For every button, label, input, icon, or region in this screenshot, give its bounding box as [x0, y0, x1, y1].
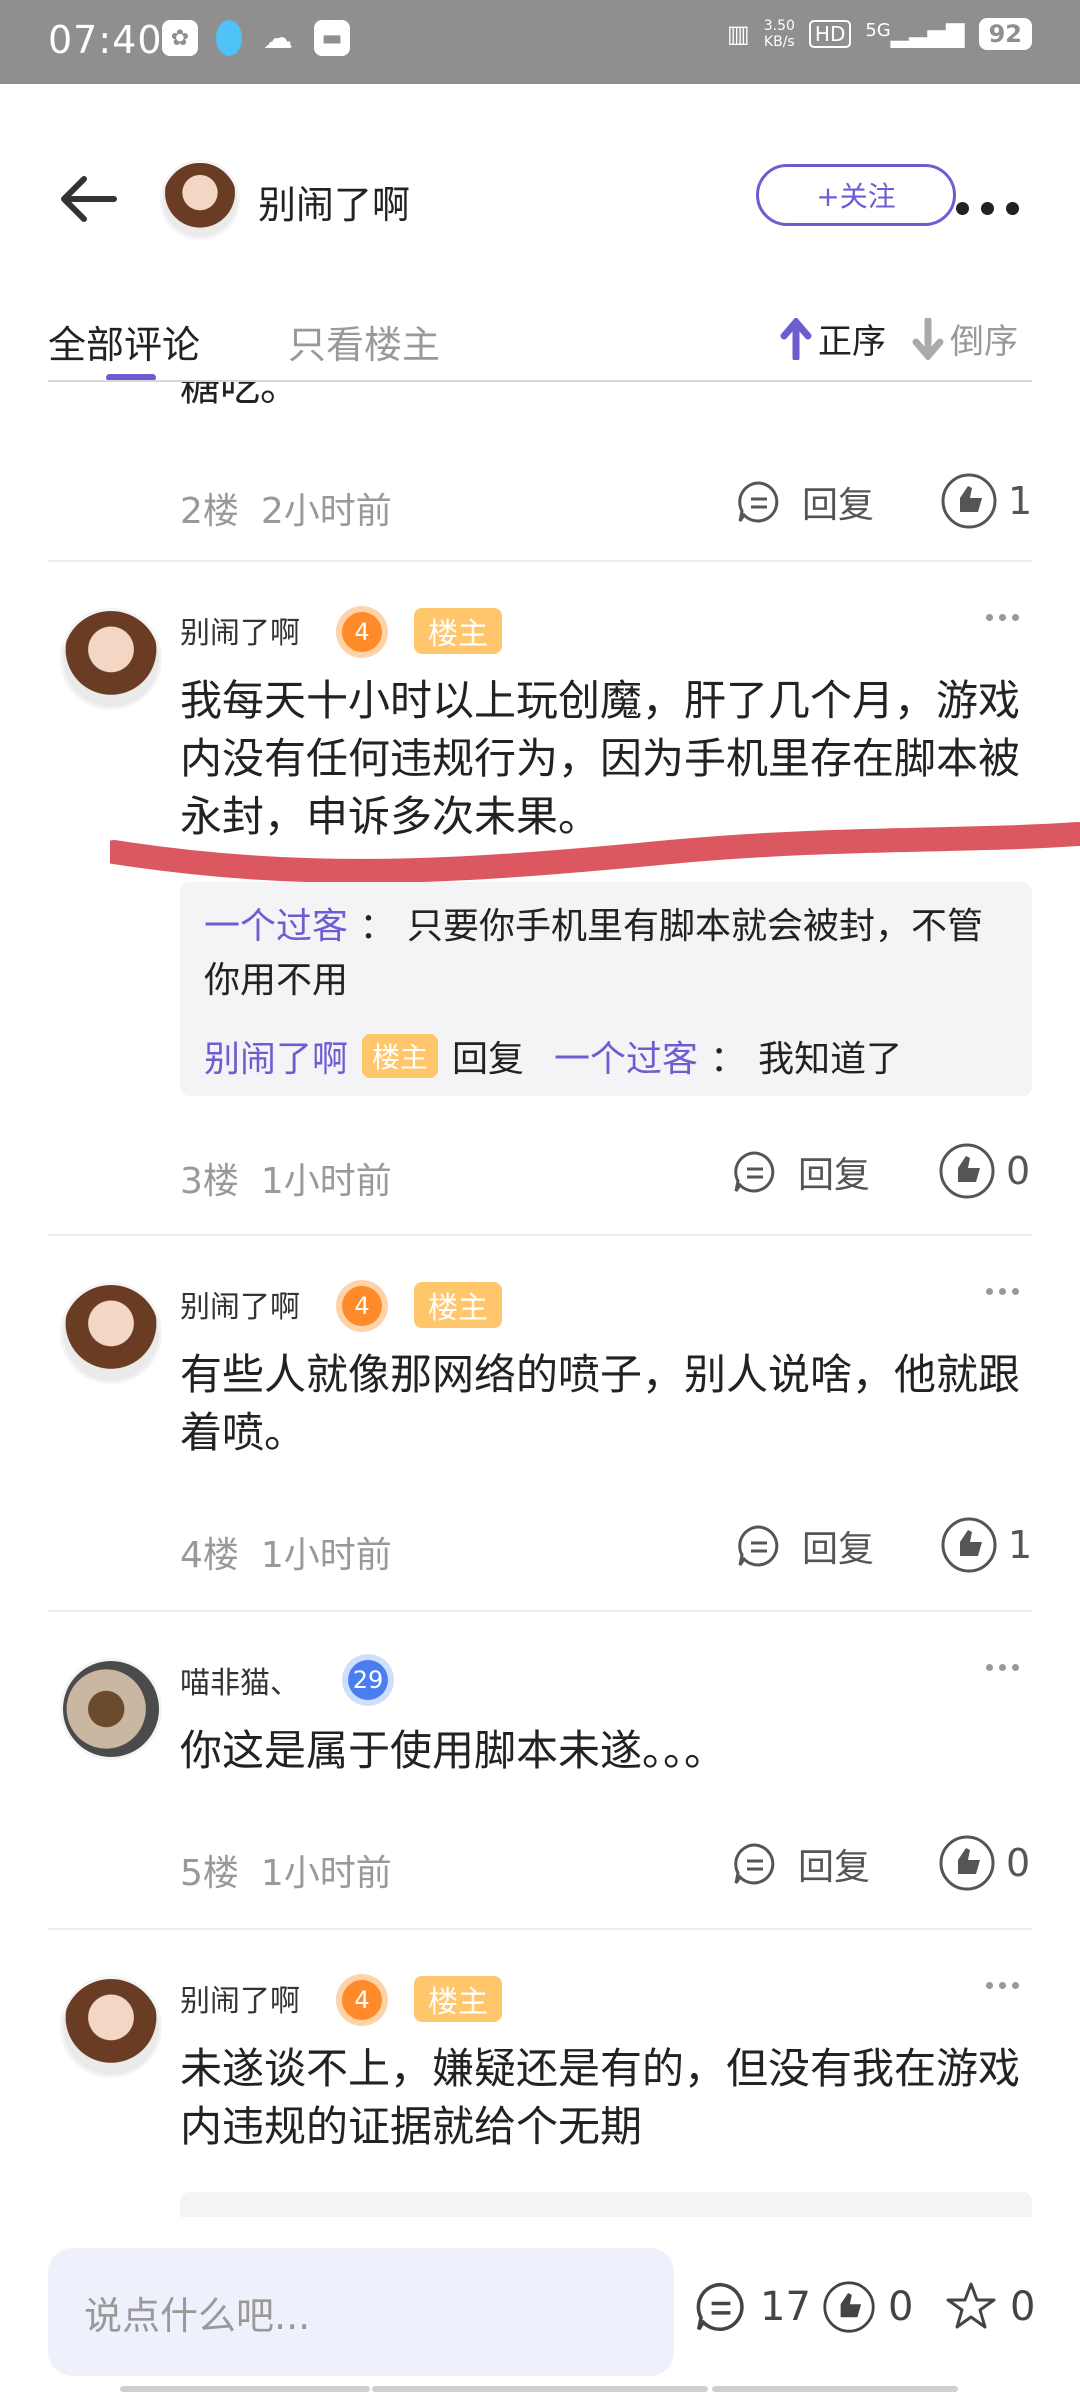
like-button[interactable]: 1	[940, 472, 1032, 530]
sub-replies-box	[180, 2192, 1032, 2217]
wallet-icon: ▬	[314, 20, 350, 56]
reply-icon	[738, 481, 779, 523]
sub-reply-user[interactable]: 一个过客	[204, 906, 348, 947]
comment-more-icon[interactable]	[986, 1664, 1026, 1674]
comment-avatar[interactable]	[60, 1658, 162, 1760]
comment-divider	[48, 1928, 1032, 1930]
level-badge: 4	[342, 1980, 382, 2020]
level-badge: 29	[348, 1660, 388, 1700]
comment-author[interactable]: 别闹了啊	[180, 1282, 300, 1326]
nav-gesture-bar	[712, 2386, 958, 2392]
post-like-button[interactable]: 0	[822, 2280, 913, 2334]
nav-gesture-bar	[372, 2386, 708, 2392]
comment-divider	[48, 1234, 1032, 1236]
vibrate-icon: ▥	[727, 20, 750, 48]
reply-button[interactable]: 回复	[732, 1146, 870, 1198]
comment-avatar[interactable]	[60, 1976, 162, 2078]
network-speed: 3.50 KB/s	[763, 18, 795, 50]
like-icon	[941, 1517, 997, 1573]
like-icon	[823, 2281, 875, 2333]
reply-button[interactable]: 回复	[736, 476, 874, 528]
comment-author[interactable]: 别闹了啊	[180, 608, 300, 652]
arrow-up-icon	[780, 317, 812, 360]
reply-button[interactable]: 回复	[736, 1520, 874, 1572]
sort-asc-button[interactable]: 正序	[780, 314, 886, 363]
level-badge: 4	[342, 1286, 382, 1326]
comment-author[interactable]: 喵非猫、	[180, 1658, 300, 1702]
reply-icon	[738, 1525, 779, 1567]
red-annotation-stroke	[110, 822, 1080, 883]
status-right: ▥ 3.50 KB/s HD 5G▂▃▅▇ 92	[727, 18, 1032, 50]
comment-more-icon[interactable]	[986, 1288, 1026, 1298]
arrow-down-icon	[912, 317, 944, 360]
reply-icon	[734, 1843, 775, 1885]
comments-count-button[interactable]: 17	[694, 2280, 811, 2334]
tab-op-only[interactable]: 只看楼主	[288, 314, 440, 369]
hd-icon: HD	[808, 20, 852, 48]
comment-icon	[696, 2282, 744, 2332]
comment-list: 糖吃。 2楼 2小时前 回复 1 别闹了啊 4 楼主 我每天十小时以上玩创魔，肝了…	[0, 382, 1080, 2217]
comment-more-icon[interactable]	[986, 614, 1026, 624]
sub-reply-2: 别闹了啊 楼主 回复 一个过客 ： 我知道了	[204, 1030, 902, 1082]
comment-avatar[interactable]	[60, 1282, 162, 1384]
back-arrow-icon[interactable]	[54, 164, 124, 234]
sub-replies-box[interactable]: 一个过客 ： 只要你手机里有脚本就会被封，不管你用不用 别闹了啊 楼主 回复 一…	[180, 882, 1032, 1096]
battery-icon: 92	[978, 18, 1032, 50]
notification-icons: ✿ • ☁ ▬	[162, 20, 350, 56]
op-badge: 楼主	[362, 1034, 439, 1078]
partial-comment-text: 糖吃。	[180, 382, 300, 410]
comment-divider	[48, 1610, 1032, 1612]
comment-author[interactable]: 别闹了啊	[180, 1976, 300, 2020]
comment-meta: 5楼 1小时前	[180, 1853, 392, 1894]
author-name[interactable]: 别闹了啊	[258, 174, 410, 229]
baidu-icon: ✿	[162, 20, 198, 56]
like-icon	[939, 1143, 995, 1199]
like-button[interactable]: 0	[938, 1834, 1030, 1892]
like-button[interactable]: 1	[940, 1516, 1032, 1574]
op-badge: 楼主	[414, 1976, 502, 2022]
author-avatar[interactable]	[160, 160, 240, 240]
sort-desc-button[interactable]: 倒序	[912, 314, 1018, 363]
comment-tabs: 全部评论 只看楼主 正序 倒序	[0, 300, 1080, 382]
status-time: 07:40	[48, 18, 163, 62]
like-icon	[939, 1835, 995, 1891]
more-options-icon[interactable]	[956, 196, 1026, 220]
cloud-icon: ☁	[263, 20, 293, 56]
comment-text: 有些人就像那网络的喷子，别人说啥，他就跟着喷。	[180, 1350, 1021, 1457]
comment-text: 未遂谈不上，嫌疑还是有的，但没有我在游戏内违规的证据就给个无期	[180, 2044, 1021, 2151]
sub-reply-text: 我知道了	[758, 1039, 903, 1080]
comment-text: 你这是属于使用脚本未遂。。。	[180, 1726, 727, 1775]
post-header: 别闹了啊 +关注	[0, 84, 1080, 314]
level-badge: 4	[342, 612, 382, 652]
sub-reply-1: 一个过客 ： 只要你手机里有脚本就会被封，不管你用不用	[204, 906, 983, 1001]
sub-reply-user[interactable]: 别闹了啊	[204, 1030, 348, 1082]
comment-input[interactable]: 说点什么吧...	[48, 2248, 674, 2376]
comment-divider	[48, 560, 1032, 562]
follow-button[interactable]: +关注	[756, 164, 956, 226]
comment-avatar[interactable]	[60, 608, 162, 710]
bottom-comment-bar: 说点什么吧... 17 0 0	[0, 2218, 1080, 2400]
reply-icon	[734, 1151, 775, 1193]
comment-meta: 4楼 1小时前	[180, 1535, 392, 1576]
like-icon	[941, 473, 997, 529]
like-button[interactable]: 0	[938, 1142, 1030, 1200]
status-bar: 07:40 ✿ • ☁ ▬ ▥ 3.50 KB/s HD 5G▂▃▅▇ 92	[0, 0, 1080, 84]
signal-icon: 5G▂▃▅▇	[865, 20, 965, 48]
comment-meta: 2楼 2小时前	[180, 491, 392, 532]
drop-icon: •	[216, 20, 242, 56]
tab-all-comments[interactable]: 全部评论	[48, 314, 200, 369]
sub-reply-user[interactable]: 一个过客	[554, 1030, 698, 1082]
reply-button[interactable]: 回复	[732, 1838, 870, 1890]
comment-more-icon[interactable]	[986, 1982, 1026, 1992]
comment-meta: 3楼 1小时前	[180, 1161, 392, 1202]
star-icon	[946, 2282, 996, 2329]
nav-gesture-bar	[120, 2386, 370, 2392]
op-badge: 楼主	[414, 1282, 502, 1328]
op-badge: 楼主	[414, 608, 502, 654]
favorite-button[interactable]: 0	[944, 2280, 1035, 2334]
